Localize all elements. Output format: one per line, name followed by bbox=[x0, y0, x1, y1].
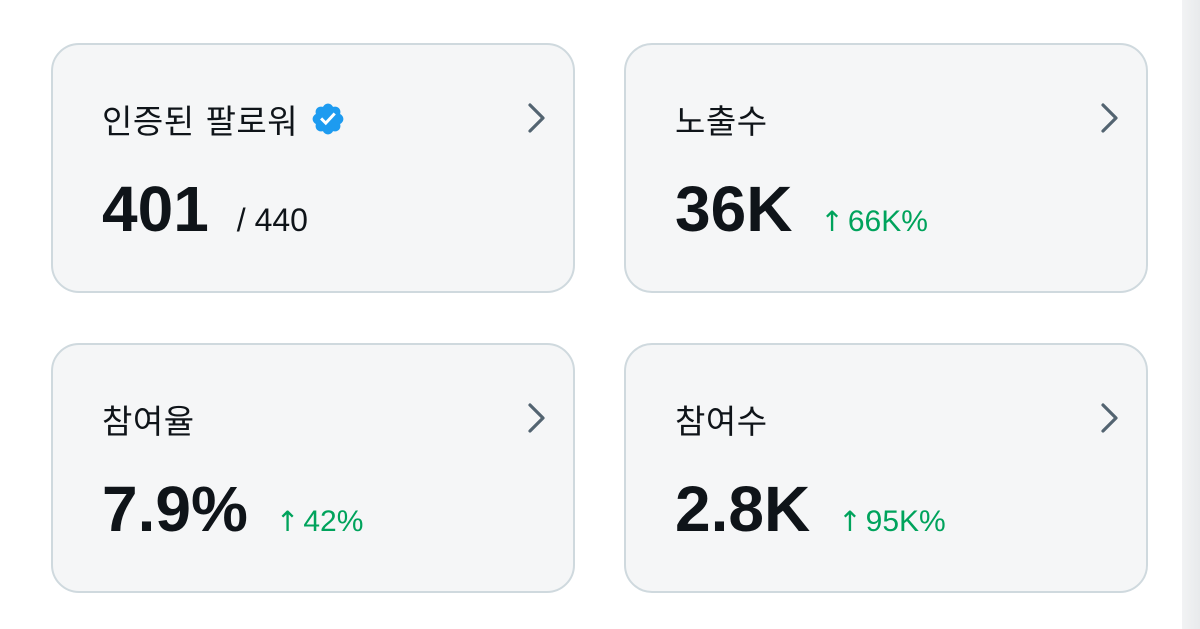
metric-value-row: 7.9% ↑ 42% bbox=[102, 477, 363, 541]
metric-value: 2.8K bbox=[675, 473, 811, 545]
metric-value-row: 36K ↑ 66K% bbox=[675, 177, 928, 241]
metric-change-value: 66K% bbox=[847, 205, 928, 238]
chevron-right-icon[interactable] bbox=[523, 401, 549, 435]
metric-total: / 440 bbox=[236, 202, 308, 238]
analytics-overview: 인증된 팔로워 401 / 440 노출수 36K ↑ 66K% 참여율 7.9… bbox=[0, 0, 1200, 629]
metric-change: ↑ 42% bbox=[276, 505, 364, 539]
card-title-label: 노출수 bbox=[675, 102, 768, 141]
metric-change: ↑ 66K% bbox=[820, 205, 928, 239]
engagements-card[interactable]: 참여수 2.8K ↑ 95K% bbox=[624, 343, 1148, 593]
metric-value-row: 2.8K ↑ 95K% bbox=[675, 477, 946, 541]
card-title: 참여율 bbox=[102, 395, 195, 443]
metric-change-value: 42% bbox=[303, 505, 364, 538]
card-title: 인증된 팔로워 bbox=[102, 95, 346, 143]
card-title-label: 참여율 bbox=[102, 402, 195, 441]
chevron-right-icon[interactable] bbox=[1096, 401, 1122, 435]
chevron-right-icon[interactable] bbox=[1096, 101, 1122, 135]
metric-change: ↑ 95K% bbox=[838, 505, 946, 539]
arrow-up-icon: ↑ bbox=[838, 505, 862, 538]
arrow-up-icon: ↑ bbox=[275, 505, 300, 538]
card-title-label: 참여수 bbox=[675, 402, 768, 441]
metric-value: 36K bbox=[675, 173, 793, 245]
card-title-label: 인증된 팔로워 bbox=[102, 102, 299, 141]
verified-followers-card[interactable]: 인증된 팔로워 401 / 440 bbox=[51, 43, 575, 293]
verified-badge-icon bbox=[310, 101, 346, 137]
metric-value: 7.9% bbox=[102, 473, 248, 545]
metric-change-value: 95K% bbox=[865, 505, 946, 538]
arrow-up-icon: ↑ bbox=[820, 205, 844, 238]
impressions-card[interactable]: 노출수 36K ↑ 66K% bbox=[624, 43, 1148, 293]
page-edge-shadow bbox=[1182, 0, 1200, 629]
card-title: 참여수 bbox=[675, 395, 768, 443]
metric-value-row: 401 / 440 bbox=[102, 177, 308, 241]
chevron-right-icon[interactable] bbox=[523, 101, 549, 135]
metric-value: 401 bbox=[102, 173, 209, 245]
card-title: 노출수 bbox=[675, 95, 768, 143]
engagement-rate-card[interactable]: 참여율 7.9% ↑ 42% bbox=[51, 343, 575, 593]
